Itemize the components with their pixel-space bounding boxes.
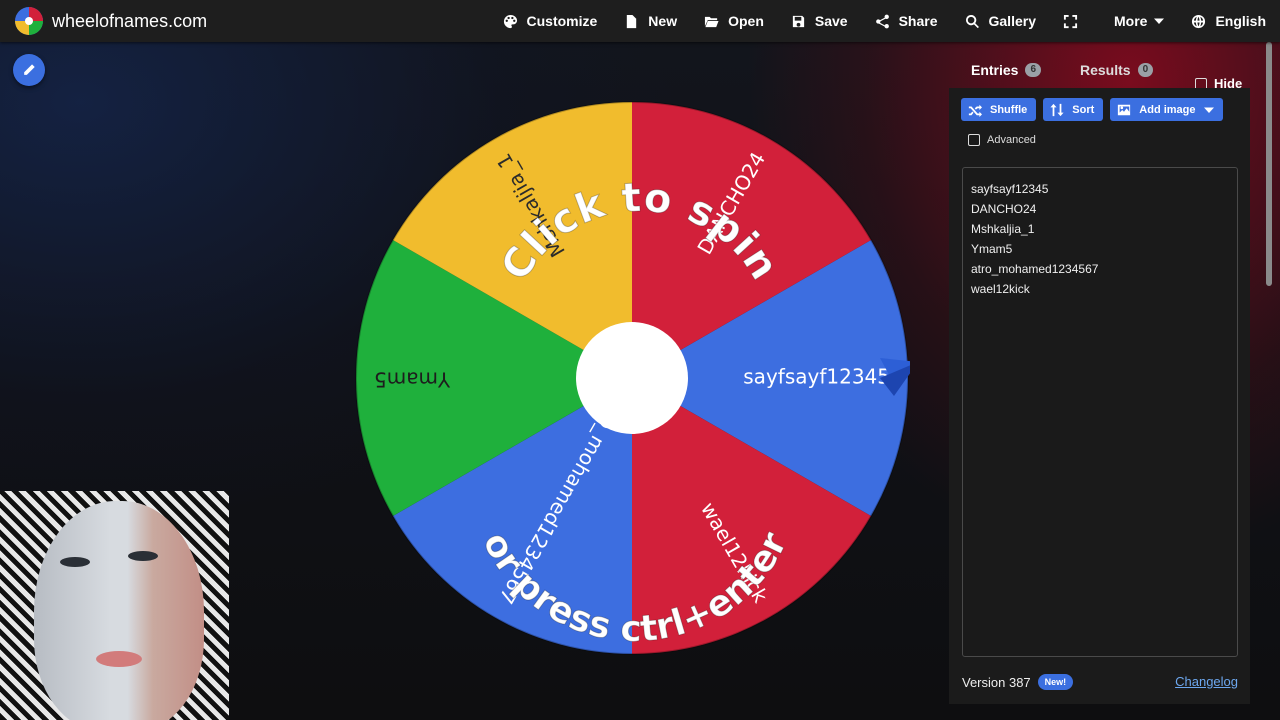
- wheel[interactable]: sayfsayf12345 wael12kick atro_mohamed12345…: [350, 96, 910, 660]
- sort-button[interactable]: Sort: [1043, 98, 1104, 121]
- fullscreen-icon: [1063, 14, 1078, 28]
- entry-line: wael12kick: [971, 282, 1030, 296]
- entry-line: Ymam5: [971, 242, 1013, 256]
- sort-label: Sort: [1072, 103, 1095, 116]
- add-image-label: Add image: [1139, 103, 1196, 116]
- webcam-photo: [0, 491, 229, 720]
- entries-panel: Shuffle Sort Add image Advanced sayfsayf…: [949, 88, 1250, 704]
- new-button[interactable]: New: [624, 13, 677, 29]
- more-menu-button[interactable]: More: [1113, 13, 1165, 29]
- tab-entries[interactable]: Entries 6: [971, 62, 1042, 78]
- caret-down-icon: [1203, 107, 1214, 113]
- panel-tabs: Entries 6 Results 0 Hide: [949, 56, 1250, 98]
- new-label: New: [648, 13, 678, 29]
- save-label: Save: [814, 13, 848, 29]
- tab-results[interactable]: Results 0: [1080, 62, 1154, 78]
- entry-line: atro_mohamed1234567: [971, 262, 1099, 276]
- wheel-segment-label: Ymam5: [374, 368, 451, 392]
- scrollbar-thumb[interactable]: [1266, 42, 1272, 286]
- wheel-center[interactable]: [576, 322, 688, 434]
- share-label: Share: [898, 13, 938, 29]
- share-button[interactable]: Share: [875, 13, 938, 29]
- advanced-checkbox[interactable]: [968, 134, 980, 146]
- entries-textarea[interactable]: sayfsayf12345 DANCHO24 Mshkaljia_1 Ymam5…: [962, 167, 1238, 657]
- image-icon: [1118, 104, 1131, 115]
- share-icon: [875, 14, 889, 28]
- tab-entries-label: Entries: [971, 62, 1019, 78]
- open-button[interactable]: Open: [704, 13, 764, 29]
- edit-button[interactable]: [13, 54, 45, 86]
- changelog-link[interactable]: Changelog: [1175, 674, 1238, 689]
- gallery-button[interactable]: Gallery: [965, 13, 1036, 29]
- wheel-segment-label: sayfsayf12345: [743, 365, 890, 389]
- wheel-graphic[interactable]: sayfsayf12345wael12kickatro_mohamed12345…: [350, 96, 910, 660]
- page-scrollbar[interactable]: [1266, 42, 1274, 682]
- more-label: More: [1113, 13, 1148, 29]
- add-image-button[interactable]: Add image: [1110, 98, 1223, 121]
- pencil-icon: [24, 64, 35, 75]
- open-label: Open: [728, 13, 764, 29]
- gallery-label: Gallery: [988, 13, 1036, 29]
- top-bar: wheelofnames.com Customize New Open Save…: [0, 0, 1280, 42]
- save-button[interactable]: Save: [791, 13, 848, 29]
- file-icon: [627, 14, 637, 28]
- side-panel: Entries 6 Results 0 Hide Shuffle Sort Ad…: [949, 42, 1250, 704]
- entry-line: Mshkaljia_1: [971, 222, 1035, 236]
- new-badge: New!: [1037, 674, 1074, 690]
- fullscreen-button[interactable]: [1063, 14, 1087, 29]
- wheel-logo-icon: [15, 7, 43, 35]
- tab-results-label: Results: [1080, 62, 1131, 78]
- panel-footer: Version 387 New! Changelog: [962, 672, 1238, 692]
- entries-count-badge: 6: [1025, 63, 1042, 77]
- shuffle-label: Shuffle: [990, 103, 1028, 116]
- shuffle-button[interactable]: Shuffle: [961, 98, 1037, 121]
- customize-button[interactable]: Customize: [503, 13, 598, 29]
- floppy-disk-icon: [792, 15, 804, 27]
- entry-line: DANCHO24: [971, 202, 1037, 216]
- folder-open-icon: [705, 16, 719, 27]
- globe-icon: [1192, 14, 1206, 28]
- palette-icon: [503, 14, 517, 28]
- entry-line: sayfsayf12345: [971, 182, 1049, 196]
- advanced-label: Advanced: [987, 134, 1036, 146]
- language-button[interactable]: English: [1191, 13, 1266, 29]
- customize-label: Customize: [526, 13, 598, 29]
- shuffle-icon: [968, 104, 982, 117]
- language-label: English: [1215, 13, 1266, 29]
- entries-toolbar: Shuffle Sort Add image: [961, 98, 1230, 121]
- sort-icon: [1050, 103, 1064, 116]
- search-icon: [965, 14, 979, 28]
- site-name: wheelofnames.com: [52, 10, 208, 31]
- advanced-toggle[interactable]: Advanced: [968, 134, 1036, 146]
- main-menu: Customize New Open Save Share Gallery Mo…: [476, 0, 1266, 42]
- version-label: Version 387: [962, 674, 1031, 690]
- caret-down-icon: [1154, 18, 1165, 24]
- brand[interactable]: wheelofnames.com: [14, 6, 207, 36]
- results-count-badge: 0: [1137, 63, 1154, 77]
